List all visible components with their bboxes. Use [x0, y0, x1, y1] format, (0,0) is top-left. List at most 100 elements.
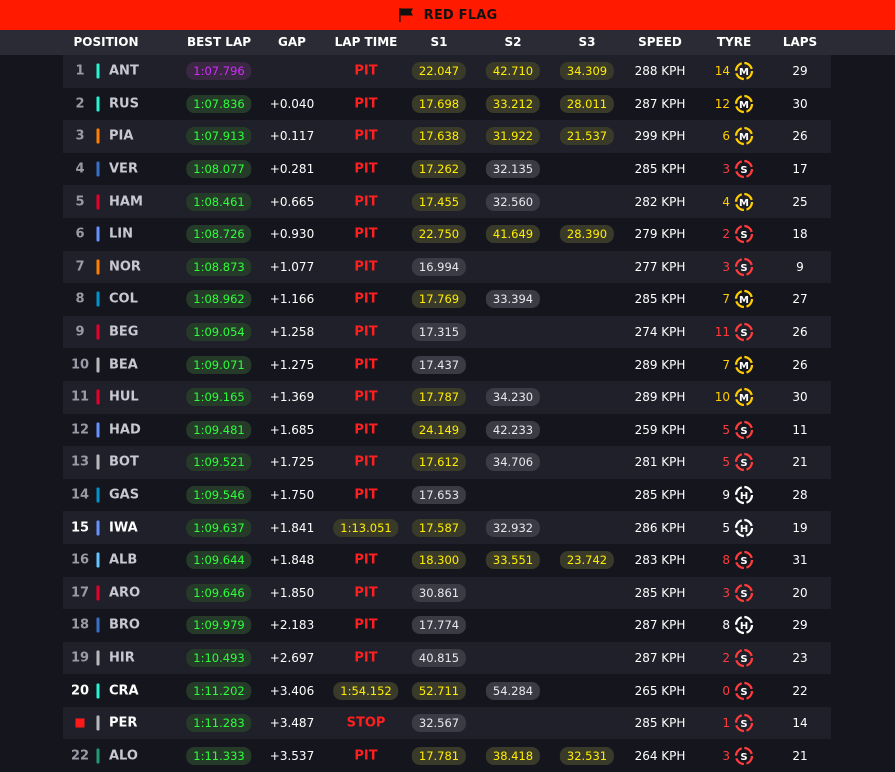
team-color-bar [96, 552, 100, 568]
best-lap: 1:09.637 [186, 518, 252, 537]
tyre-compound-icon: S [734, 225, 754, 244]
table-row[interactable]: 10 BEA 1:09.071 +1.275 PIT 17.437 289 KPH 7 M 26 [63, 348, 831, 381]
header-lap-time[interactable]: LAP TIME [335, 35, 398, 49]
header-speed[interactable]: SPEED [638, 35, 682, 49]
driver-code[interactable]: RUS [109, 96, 139, 111]
driver-code[interactable]: LIN [109, 227, 133, 242]
driver-code[interactable]: ANT [109, 64, 139, 79]
best-lap: 1:09.481 [186, 420, 252, 439]
sector-1: 40.815 [411, 648, 467, 667]
laps-count: 27 [792, 292, 808, 307]
laps-count: 14 [792, 716, 808, 731]
table-row[interactable]: 12 HAD 1:09.481 +1.685 PIT 24.149 42.233 259 KP… [63, 413, 831, 447]
driver-code[interactable]: ARO [109, 585, 140, 600]
driver-code[interactable]: HAD [109, 422, 141, 437]
speed-value: 277 KPH [634, 259, 686, 274]
header-gap[interactable]: GAP [278, 35, 306, 49]
sector-3: 32.531 [559, 746, 615, 765]
driver-code[interactable]: NOR [109, 259, 141, 274]
sector-2: 34.230 [485, 388, 541, 407]
driver-code[interactable]: CRA [109, 683, 139, 698]
driver-code[interactable]: BOT [109, 455, 139, 470]
driver-code[interactable]: GAS [109, 488, 139, 503]
driver-code[interactable]: HUL [109, 390, 139, 405]
table-row[interactable]: 20 CRA 1:11.202 +3.406 1:54.152 52.711 54.284 2… [63, 674, 831, 707]
tyre-age: 2 [722, 650, 730, 665]
speed-value: 287 KPH [634, 650, 686, 665]
driver-code[interactable]: VER [109, 162, 138, 177]
table-row[interactable]: PER 1:11.283 +3.487 STOP 32.567 285 KPH 1 S 14 [63, 706, 831, 740]
table-row[interactable]: 14 GAS 1:09.546 +1.750 PIT 17.653 285 KPH 9 H 28 [63, 478, 831, 512]
team-color-bar [96, 520, 100, 536]
svg-text:S: S [740, 719, 747, 730]
position-number: 9 [75, 324, 85, 340]
tyre-age: 2 [722, 227, 730, 242]
table-row[interactable]: 22 ALO 1:11.333 +3.537 PIT 17.781 38.418 32.531… [63, 739, 831, 772]
gap-value: +0.117 [269, 129, 315, 144]
tyre-age: 11 [714, 325, 730, 340]
driver-code[interactable]: HIR [109, 650, 135, 665]
header-laps[interactable]: LAPS [783, 35, 817, 49]
laps-count: 23 [792, 650, 808, 665]
best-lap: 1:08.461 [186, 192, 252, 211]
driver-code[interactable]: IWA [109, 520, 138, 535]
table-row[interactable]: 3 PIA 1:07.913 +0.117 PIT 17.638 31.922 21.537 2… [63, 120, 831, 153]
laps-count: 21 [792, 455, 808, 470]
header-position[interactable]: POSITION [74, 35, 139, 49]
driver-code[interactable]: COL [109, 292, 138, 307]
lap-time-status: PIT [354, 357, 378, 373]
driver-code[interactable]: ALO [109, 748, 138, 763]
table-row[interactable]: 5 HAM 1:08.461 +0.665 PIT 17.455 32.560 282 KPH… [63, 185, 831, 218]
sector-1: 17.612 [411, 453, 467, 472]
flag-icon [398, 8, 413, 22]
driver-code[interactable]: HAM [109, 194, 143, 209]
table-row[interactable]: 16 ALB 1:09.644 +1.848 PIT 18.300 33.551 23.742… [63, 543, 831, 577]
speed-value: 259 KPH [634, 422, 686, 437]
table-row[interactable]: 11 HUL 1:09.165 +1.369 PIT 17.787 34.230 289 KP… [63, 380, 831, 414]
speed-value: 285 KPH [634, 162, 686, 177]
table-row[interactable]: 4 VER 1:08.077 +0.281 PIT 17.262 32.135 285 KPH… [63, 152, 831, 186]
table-row[interactable]: 19 HIR 1:10.493 +2.697 PIT 40.815 287 KPH 2 S 23 [63, 641, 831, 675]
tyre-compound-icon: H [734, 518, 754, 537]
header-s2[interactable]: S2 [505, 35, 522, 49]
position-number: 15 [70, 520, 90, 536]
table-row[interactable]: 17 ARO 1:09.646 +1.850 PIT 30.861 285 KPH 3 S 20 [63, 576, 831, 610]
best-lap: 1:08.962 [186, 290, 252, 309]
column-header: POSITION BEST LAP GAP LAP TIME S1 S2 S3 … [0, 30, 895, 55]
speed-value: 289 KPH [634, 357, 686, 372]
lap-time-status: PIT [354, 194, 378, 210]
header-tyre[interactable]: TYRE [717, 35, 751, 49]
table-row[interactable]: 9 BEG 1:09.054 +1.258 PIT 17.315 274 KPH 11 S 26 [63, 315, 831, 349]
table-row[interactable]: 6 LIN 1:08.726 +0.930 PIT 22.750 41.649 28.390 2… [63, 217, 831, 251]
gap-value: +1.077 [269, 259, 315, 274]
table-row[interactable]: 1 ANT 1:07.796 PIT 22.047 42.710 34.309 288 KPH… [63, 55, 831, 88]
laps-count: 30 [792, 96, 808, 111]
driver-code[interactable]: BEA [109, 357, 138, 372]
header-best-lap[interactable]: BEST LAP [187, 35, 251, 49]
table-row[interactable]: 2 RUS 1:07.836 +0.040 PIT 17.698 33.212 28.011 2… [63, 87, 831, 121]
driver-code[interactable]: BRO [109, 618, 140, 633]
gap-value: +1.841 [269, 520, 315, 535]
table-row[interactable]: 7 NOR 1:08.873 +1.077 PIT 16.994 277 KPH 3 S 9 [63, 250, 831, 284]
svg-text:M: M [739, 67, 749, 78]
tyre-age: 5 [722, 520, 730, 535]
lap-time: 1:13.051 [333, 518, 399, 537]
table-row[interactable]: 13 BOT 1:09.521 +1.725 PIT 17.612 34.706 281 KP… [63, 446, 831, 479]
table-row[interactable]: 15 IWA 1:09.637 +1.841 1:13.051 17.587 32.932 2… [63, 511, 831, 544]
speed-value: 287 KPH [634, 618, 686, 633]
best-lap: 1:09.071 [186, 355, 252, 374]
driver-code[interactable]: ALB [109, 553, 137, 568]
table-row[interactable]: 18 BRO 1:09.979 +2.183 PIT 17.774 287 KPH 8 H 29 [63, 609, 831, 642]
team-color-bar [96, 650, 100, 666]
driver-code[interactable]: PER [109, 716, 137, 731]
laps-count: 29 [792, 618, 808, 633]
best-lap: 1:09.646 [186, 583, 252, 602]
team-color-bar [96, 63, 100, 79]
driver-code[interactable]: BEG [109, 325, 138, 340]
best-lap: 1:08.873 [186, 257, 252, 276]
sector-2: 33.212 [485, 94, 541, 113]
header-s3[interactable]: S3 [579, 35, 596, 49]
header-s1[interactable]: S1 [431, 35, 448, 49]
driver-code[interactable]: PIA [109, 129, 133, 144]
table-row[interactable]: 8 COL 1:08.962 +1.166 PIT 17.769 33.394 285 KPH… [63, 283, 831, 316]
